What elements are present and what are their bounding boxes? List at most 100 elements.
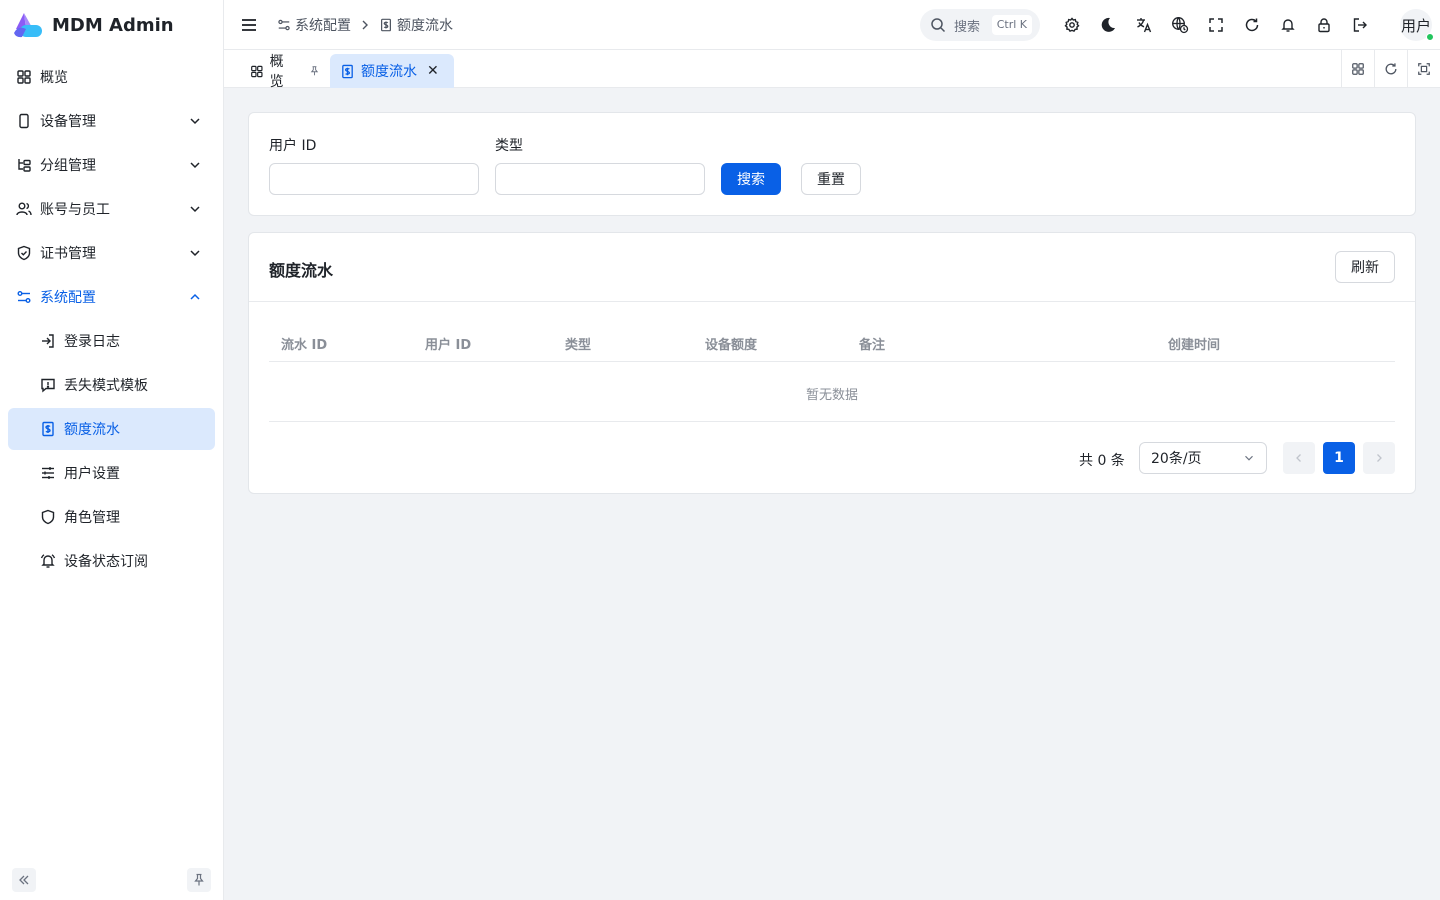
breadcrumb-item-quota-ledger[interactable]: 额度流水: [379, 15, 453, 35]
user-label: 用户: [1400, 16, 1431, 35]
chevron-down-icon: [190, 162, 200, 169]
lock-icon: [1318, 18, 1330, 33]
chevron-right-icon: [1377, 454, 1382, 462]
group-tree-icon: [16, 157, 32, 173]
preferences-button[interactable]: [1060, 13, 1084, 37]
page-size-value: 20条/页: [1151, 451, 1202, 467]
shield-icon: [40, 509, 56, 525]
column-header-user-id[interactable]: 用户 ID: [425, 334, 471, 353]
sidebar-item-role-management[interactable]: 角色管理: [8, 496, 215, 538]
header-toolbar: [1060, 13, 1384, 37]
empty-state-text: 暂无数据: [805, 388, 858, 403]
chevron-left-icon: [1296, 454, 1301, 462]
column-header-created-at[interactable]: 创建时间: [1168, 334, 1220, 353]
user-id-label: 用户 ID: [269, 138, 317, 154]
phone-icon: [16, 113, 32, 129]
lock-screen-button[interactable]: [1312, 13, 1336, 37]
sidebar-item-accounts[interactable]: 账号与员工: [8, 188, 215, 230]
notifications-button[interactable]: [1276, 13, 1300, 37]
page-number-button[interactable]: 1: [1323, 442, 1355, 474]
pin-icon[interactable]: [309, 65, 320, 77]
type-input[interactable]: [495, 163, 705, 195]
sidebar-item-login-log[interactable]: 登录日志: [8, 320, 215, 362]
theme-toggle-button[interactable]: [1096, 13, 1120, 37]
receipt-dollar-icon: [381, 18, 391, 31]
user-id-input[interactable]: [269, 163, 479, 195]
sidebar-item-label: 概览: [40, 70, 68, 86]
sidebar-item-label: 用户设置: [64, 466, 120, 482]
total-count: 共 0 条: [1079, 453, 1125, 469]
reload-tab-button[interactable]: [1374, 50, 1407, 88]
online-status-dot: [1426, 33, 1434, 41]
menu-toggle-button[interactable]: [237, 13, 261, 37]
chevron-down-icon: [190, 250, 200, 257]
chevron-down-icon: [1245, 455, 1253, 461]
globe-clock-icon: [1172, 17, 1189, 34]
card-title: 额度流水: [269, 261, 334, 280]
breadcrumb-separator-icon: [359, 19, 371, 31]
search-button[interactable]: 搜索: [721, 163, 781, 195]
breadcrumb-item-system-config[interactable]: 系统配置: [277, 15, 351, 35]
quota-ledger-card: 额度流水 刷新 流水 ID 用户 ID 类型 设备额度 备注 创建时间 暂无数据…: [248, 232, 1416, 494]
sidebar-item-user-settings[interactable]: 用户设置: [8, 452, 215, 494]
pin-sidebar-button[interactable]: [187, 868, 211, 892]
tab-bar: 概览 额度流水 ✕: [224, 50, 1440, 90]
logout-icon: [1353, 18, 1367, 32]
fullscreen-button[interactable]: [1204, 13, 1228, 37]
logout-button[interactable]: [1348, 13, 1372, 37]
search-shortcut-badge: Ctrl K: [991, 15, 1032, 35]
column-header-device-quota[interactable]: 设备额度: [705, 334, 757, 353]
sidebar-item-overview[interactable]: 概览: [8, 56, 215, 98]
column-header-remark[interactable]: 备注: [859, 334, 885, 353]
translate-icon: [1137, 18, 1152, 33]
sidebar-item-label: 角色管理: [64, 510, 120, 526]
chevron-up-icon: [190, 293, 200, 300]
sidebar-item-groups[interactable]: 分组管理: [8, 144, 215, 186]
collapse-sidebar-button[interactable]: [12, 868, 36, 892]
bell-ring-icon: [40, 553, 56, 569]
tab-label: 概览: [269, 54, 284, 90]
refresh-page-button[interactable]: [1240, 13, 1264, 37]
sidebar-item-quota-ledger[interactable]: 额度流水: [8, 408, 215, 450]
sidebar-item-device-status-subscription[interactable]: 设备状态订阅: [8, 540, 215, 582]
prev-page-button[interactable]: [1283, 442, 1315, 474]
column-header-type[interactable]: 类型: [565, 334, 591, 353]
sidebar-item-label: 额度流水: [64, 422, 120, 438]
receipt-dollar-icon: [342, 64, 353, 78]
reset-button[interactable]: 重置: [801, 163, 861, 195]
tab-overview[interactable]: 概览: [240, 54, 330, 90]
sidebar-item-label: 设备管理: [40, 114, 96, 130]
sidebar-item-lost-mode-template[interactable]: 丢失模式模板: [8, 364, 215, 406]
sidebar-item-label: 账号与员工: [40, 202, 110, 218]
tab-quota-ledger[interactable]: 额度流水 ✕: [330, 54, 454, 88]
tab-tools: [1341, 50, 1440, 88]
moon-icon: [1101, 17, 1115, 32]
dashboard-icon: [16, 69, 32, 85]
breadcrumb: 系统配置 额度流水: [277, 15, 453, 35]
settings-sliders-icon: [16, 289, 32, 305]
tab-menu-button[interactable]: [1341, 50, 1374, 88]
app-title: MDM Admin: [52, 14, 174, 36]
language-button[interactable]: [1132, 13, 1156, 37]
search-icon: [931, 18, 946, 33]
sidebar-item-devices[interactable]: 设备管理: [8, 100, 215, 142]
dashboard-icon: [251, 65, 263, 77]
sidebar-item-label: 丢失模式模板: [64, 378, 148, 394]
user-avatar-button[interactable]: 用户: [1400, 9, 1434, 41]
tab-label: 额度流水: [361, 64, 417, 80]
next-page-button[interactable]: [1363, 442, 1395, 474]
sidebar-item-certificates[interactable]: 证书管理: [8, 232, 215, 274]
timezone-button[interactable]: [1168, 13, 1192, 37]
close-tab-icon[interactable]: ✕: [427, 63, 439, 79]
refresh-button[interactable]: 刷新: [1335, 251, 1395, 283]
page-size-select[interactable]: 20条/页: [1139, 442, 1267, 474]
sidebar-item-label: 证书管理: [40, 246, 96, 262]
grid-icon: [1352, 63, 1364, 75]
logo-area[interactable]: MDM Admin: [0, 0, 223, 50]
search-placeholder: 搜索: [954, 19, 981, 35]
global-search-button[interactable]: 搜索 Ctrl K: [920, 9, 1040, 41]
maximize-content-button[interactable]: [1407, 50, 1440, 88]
sidebar-item-system-config[interactable]: 系统配置: [8, 276, 215, 318]
column-header-ledger-id[interactable]: 流水 ID: [281, 334, 327, 353]
maximize-icon: [1418, 63, 1430, 75]
